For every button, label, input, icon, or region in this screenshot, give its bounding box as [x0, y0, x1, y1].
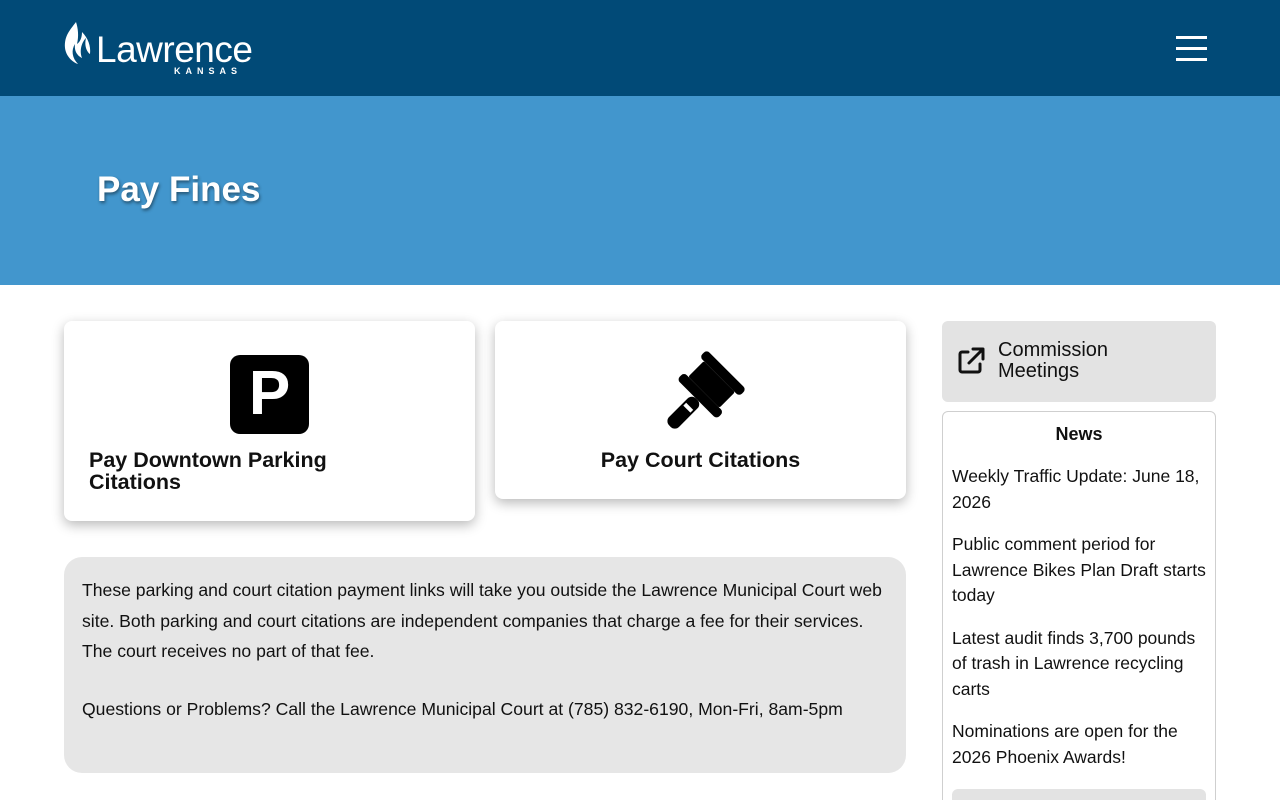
page-title: Pay Fines [97, 170, 261, 209]
notice-paragraph: Questions or Problems? Call the Lawrence… [82, 698, 843, 719]
commission-meetings-label: Commission Meetings [998, 339, 1109, 382]
card-label: Pay Downtown Parking Citations [89, 448, 327, 494]
pay-parking-citations-card[interactable]: P Pay Downtown Parking Citations [64, 321, 475, 521]
pay-court-citations-card[interactable]: Pay Court Citations [495, 321, 906, 499]
notice-paragraph: These parking and court citation payment… [82, 580, 882, 661]
news-item[interactable]: Public comment period for Lawrence Bikes… [952, 532, 1208, 609]
menu-bar [1176, 36, 1207, 39]
lawrence-logo[interactable]: Lawrence KANSAS [62, 18, 282, 78]
parking-icon: P [230, 355, 309, 434]
news-list: Weekly Traffic Update: June 18, 2026 Pub… [952, 464, 1208, 787]
payment-notice: These parking and court citation payment… [64, 557, 906, 773]
news-item[interactable]: Nominations are open for the 2026 Phoeni… [952, 719, 1208, 770]
news-item[interactable]: Latest audit finds 3,700 pounds of trash… [952, 626, 1208, 703]
flame-logo-icon [64, 22, 91, 64]
site-header: Lawrence KANSAS [0, 0, 1280, 96]
parking-icon-glyph: P [248, 359, 291, 428]
gavel-icon [667, 351, 745, 429]
menu-bar [1176, 58, 1207, 61]
news-item[interactable]: Weekly Traffic Update: June 18, 2026 [952, 464, 1208, 515]
news-heading: News [1055, 424, 1103, 444]
commission-meetings-link[interactable]: Commission Meetings [942, 321, 1216, 402]
card-label: Pay Court Citations [600, 448, 801, 472]
menu-bar [1176, 47, 1207, 50]
external-link-icon [958, 347, 985, 374]
news-panel: News Weekly Traffic Update: June 18, 202… [942, 411, 1216, 800]
page-hero: Pay Fines [0, 96, 1280, 285]
logo-subtext: KANSAS [174, 66, 243, 76]
hamburger-menu-icon[interactable] [1172, 30, 1212, 66]
news-more-button[interactable] [952, 789, 1206, 800]
